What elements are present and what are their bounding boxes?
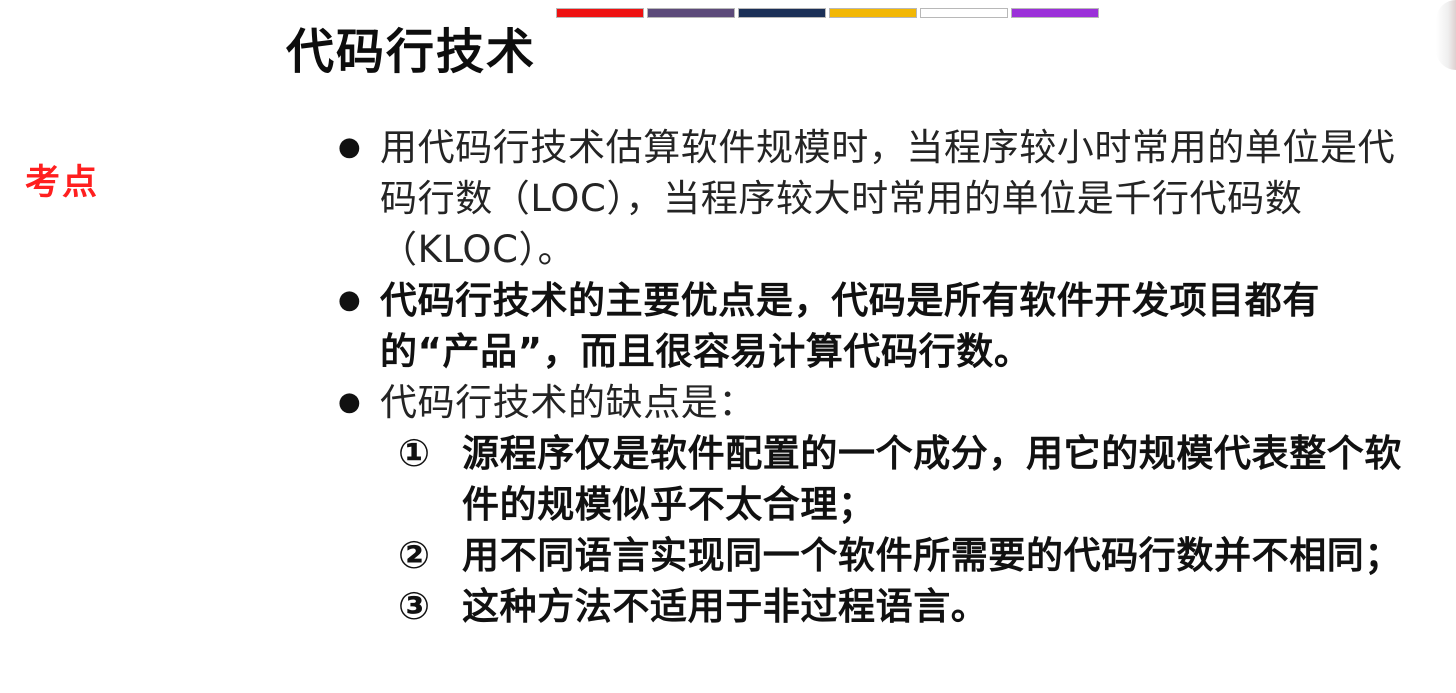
slide-edge-decoration — [1436, 0, 1456, 70]
circled-number-icon: ① — [398, 431, 431, 475]
bullet-text-loc-unit: 用代码行技术估算软件规模时，当程序较小时常用的单位是代码行数（LOC），当程序较… — [380, 126, 1396, 271]
disadvantage-list: ① 源程序仅是软件配置的一个成分，用它的规模代表整个软件的规模似乎不太合理； ②… — [398, 428, 1418, 632]
bullet-text-disadvantages-heading: 代码行技术的缺点是： — [380, 381, 756, 424]
exam-point-label: 考点 — [25, 163, 100, 203]
accent-segment-purple — [647, 8, 735, 18]
bullet-item: ● 代码行技术的缺点是： — [328, 377, 1418, 428]
bullet-icon: ● — [338, 387, 361, 417]
bullet-item: ● 用代码行技术估算软件规模时，当程序较小时常用的单位是代码行数（LOC），当程… — [328, 122, 1418, 275]
accent-segment-gold — [829, 8, 917, 18]
accent-segment-violet — [1011, 8, 1099, 18]
bullet-icon: ● — [338, 132, 361, 162]
accent-bar — [556, 8, 1099, 18]
accent-segment-navy — [738, 8, 826, 18]
disadvantage-text: 用不同语言实现同一个软件所需要的代码行数并不相同； — [462, 534, 1402, 577]
bullet-text-advantage: 代码行技术的主要优点是，代码是所有软件开发项目都有的“产品”，而且很容易计算代码… — [380, 279, 1320, 373]
disadvantage-text: 这种方法不适用于非过程语言。 — [462, 585, 989, 628]
disadvantage-item: ② 用不同语言实现同一个软件所需要的代码行数并不相同； — [398, 530, 1418, 581]
bullet-icon: ● — [338, 285, 361, 315]
bullet-item: ● 代码行技术的主要优点是，代码是所有软件开发项目都有的“产品”，而且很容易计算… — [328, 275, 1418, 377]
circled-number-icon: ③ — [398, 584, 431, 628]
disadvantage-item: ① 源程序仅是软件配置的一个成分，用它的规模代表整个软件的规模似乎不太合理； — [398, 428, 1418, 530]
slide: 代码行技术 考点 ● 用代码行技术估算软件规模时，当程序较小时常用的单位是代码行… — [0, 0, 1456, 693]
accent-segment-white — [920, 8, 1008, 18]
disadvantage-text: 源程序仅是软件配置的一个成分，用它的规模代表整个软件的规模似乎不太合理； — [462, 432, 1402, 526]
disadvantage-item: ③ 这种方法不适用于非过程语言。 — [398, 581, 1418, 632]
content-body: ● 用代码行技术估算软件规模时，当程序较小时常用的单位是代码行数（LOC），当程… — [328, 122, 1418, 632]
accent-segment-red — [556, 8, 644, 18]
page-title: 代码行技术 — [286, 24, 537, 80]
circled-number-icon: ② — [398, 533, 431, 577]
